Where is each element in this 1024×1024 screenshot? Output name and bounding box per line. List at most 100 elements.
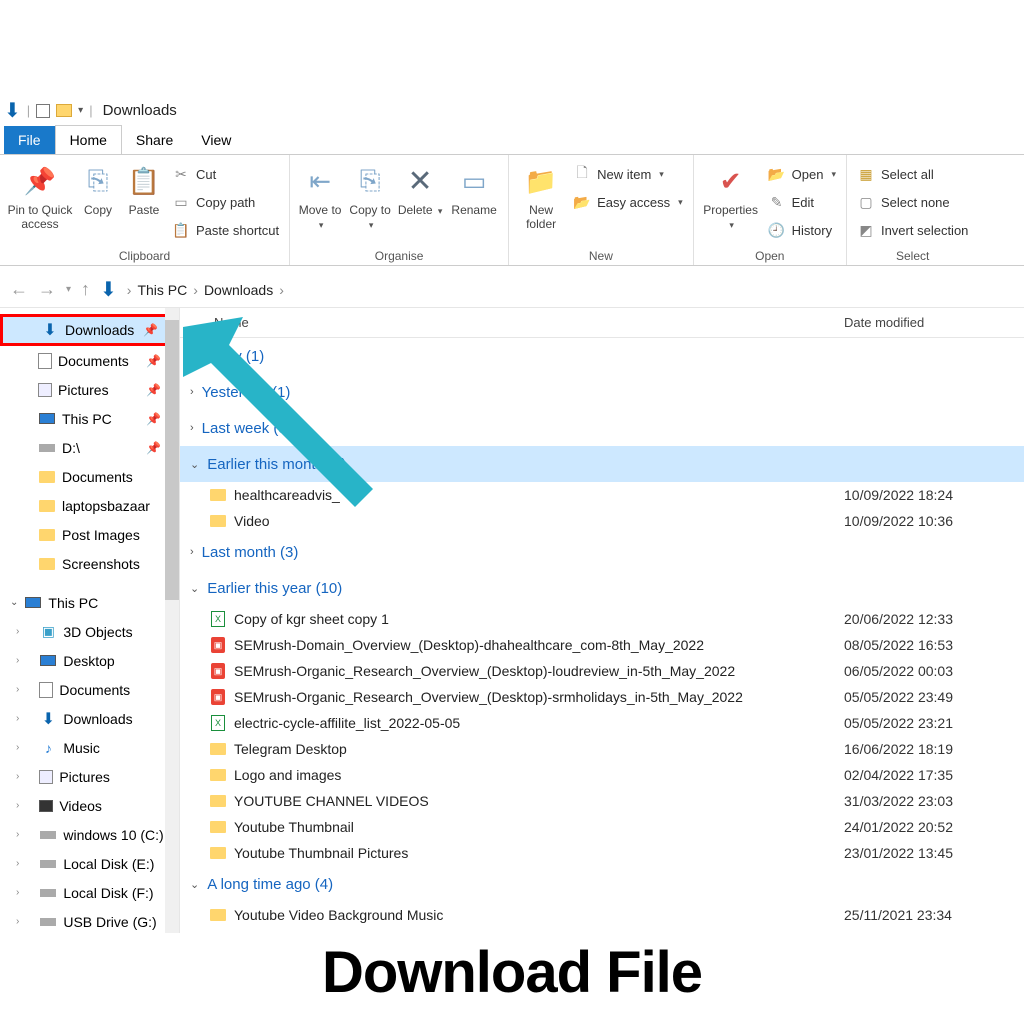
sidebar-item-pictures[interactable]: Pictures📌 [0, 375, 179, 404]
breadcrumb[interactable]: › This PC › Downloads › [127, 282, 284, 298]
new-folder-button[interactable]: 📁 New folder [515, 159, 567, 231]
file-row[interactable]: ▣SEMrush-Organic_Research_Overview_(Desk… [180, 658, 1024, 684]
new-item-button[interactable]: 🗋New item▾ [569, 161, 687, 187]
column-date-modified[interactable]: Date modified [844, 315, 1024, 330]
copy-to-button[interactable]: ⎘ Copy to ▾ [346, 159, 394, 231]
sidebar-scrollbar[interactable] [165, 308, 179, 1024]
qat-separator-2: | [89, 103, 92, 118]
history-button[interactable]: 🕘History [764, 217, 840, 243]
crumb-downloads[interactable]: Downloads [204, 282, 273, 298]
cut-button[interactable]: ✂Cut [168, 161, 283, 187]
sidebar-item-post-images[interactable]: Post Images [0, 520, 179, 549]
easy-access-button[interactable]: 📂Easy access▾ [569, 189, 687, 215]
pin-label: Pin to Quick access [6, 203, 74, 231]
rename-button[interactable]: ▭ Rename [446, 159, 502, 217]
select-none-button[interactable]: ▢Select none [853, 189, 972, 215]
file-date: 02/04/2022 17:35 [844, 767, 1024, 783]
paste-button[interactable]: 📋 Paste [122, 159, 166, 217]
group-last-month-3-[interactable]: ›Last month (3) [180, 534, 1024, 570]
sidebar-item-3d-objects[interactable]: ›▣3D Objects [0, 617, 179, 646]
sidebar-item-videos[interactable]: ›Videos [0, 791, 179, 820]
sidebar-item-pictures[interactable]: ›Pictures [0, 762, 179, 791]
file-name: Video [234, 513, 844, 529]
invert-selection-button[interactable]: ◩Invert selection [853, 217, 972, 243]
sidebar-item-desktop[interactable]: ›Desktop [0, 646, 179, 675]
rename-icon: ▭ [456, 163, 492, 199]
file-row[interactable]: Youtube Video Background Music25/11/2021… [180, 902, 1024, 928]
tab-home[interactable]: Home [55, 125, 122, 154]
sidebar-item-screenshots[interactable]: Screenshots [0, 549, 179, 578]
file-row[interactable]: Youtube Thumbnail24/01/2022 20:52 [180, 814, 1024, 840]
file-name: Logo and images [234, 767, 844, 783]
qat-dropdown-icon[interactable]: ▾ [78, 105, 83, 116]
file-row[interactable]: XCopy of kgr sheet copy 120/06/2022 12:3… [180, 606, 1024, 632]
delete-button[interactable]: ✕ Delete ▾ [396, 159, 444, 217]
copy-button[interactable]: ⎘ Copy [76, 159, 120, 217]
group-last-week-5-[interactable]: ›Last week (5) [180, 410, 1024, 446]
file-date: 05/05/2022 23:49 [844, 689, 1024, 705]
edit-icon: ✎ [768, 194, 786, 211]
copy-path-button[interactable]: ▭Copy path [168, 189, 283, 215]
file-row[interactable]: ▣SEMrush-Domain_Overview_(Desktop)-dhahe… [180, 632, 1024, 658]
nav-back-button[interactable]: ← [10, 279, 28, 300]
group-earlier-this-year-10-[interactable]: ⌄Earlier this year (10) [180, 570, 1024, 606]
file-row[interactable]: Xelectric-cycle-affilite_list_2022-05-05… [180, 710, 1024, 736]
group-yesterday-1-[interactable]: ›Yesterday (1) [180, 374, 1024, 410]
open-button[interactable]: 📂Open▾ [764, 161, 840, 187]
chevron-icon: › [190, 386, 194, 398]
move-to-icon: ⇤ [302, 163, 338, 199]
sidebar-this-pc[interactable]: ⌄ This PC [0, 588, 179, 617]
group-earlier-this-month-2-[interactable]: ⌄Earlier this month (2) [180, 446, 1024, 482]
nav-forward-button[interactable]: → [38, 279, 56, 300]
sidebar-item-documents[interactable]: Documents📌 [0, 346, 179, 375]
sidebar-item-d-[interactable]: D:\📌 [0, 433, 179, 462]
new-item-icon: 🗋 [573, 162, 591, 186]
group-a-long-time-ago-4-[interactable]: ⌄A long time ago (4) [180, 866, 1024, 902]
save-icon[interactable] [36, 104, 50, 118]
sidebar-item-this-pc[interactable]: This PC📌 [0, 404, 179, 433]
navigation-pane: ⬇Downloads📌Documents📌Pictures📌This PC📌D:… [0, 308, 180, 1024]
file-row[interactable]: YOUTUBE CHANNEL VIDEOS31/03/2022 23:03 [180, 788, 1024, 814]
file-date: 05/05/2022 23:21 [844, 715, 1024, 731]
sidebar-item-downloads[interactable]: ⬇Downloads📌 [0, 314, 179, 346]
move-to-button[interactable]: ⇤ Move to ▾ [296, 159, 344, 231]
file-row[interactable]: healthcareadvis_10/09/2022 18:24 [180, 482, 1024, 508]
folder-icon [56, 104, 72, 117]
sidebar-item-usb-drive-g-[interactable]: ›USB Drive (G:) [0, 907, 179, 936]
tab-share[interactable]: Share [122, 126, 187, 154]
sidebar-item-local-disk-e-[interactable]: ›Local Disk (E:) [0, 849, 179, 878]
file-row[interactable]: ▣SEMrush-Organic_Research_Overview_(Desk… [180, 684, 1024, 710]
caption-text: Download File [0, 933, 1024, 1024]
file-row[interactable]: Video10/09/2022 10:36 [180, 508, 1024, 534]
chevron-icon: › [190, 546, 194, 558]
edit-button[interactable]: ✎Edit [764, 189, 840, 215]
chevron-icon: ⌄ [190, 458, 199, 471]
sidebar-item-local-disk-f-[interactable]: ›Local Disk (F:) [0, 878, 179, 907]
sidebar-item-laptopsbazaar[interactable]: laptopsbazaar [0, 491, 179, 520]
tab-view[interactable]: View [187, 126, 245, 154]
file-row[interactable]: Logo and images02/04/2022 17:35 [180, 762, 1024, 788]
nav-dropdown-icon[interactable]: ▾ [66, 284, 71, 295]
sidebar-item-windows-10-c-[interactable]: ›windows 10 (C:) [0, 820, 179, 849]
paste-shortcut-button[interactable]: 📋Paste shortcut [168, 217, 283, 243]
tab-file[interactable]: File [4, 126, 55, 154]
group-today-1-[interactable]: ›Today (1) [180, 338, 1024, 374]
properties-button[interactable]: ✔ Properties ▾ [700, 159, 762, 231]
column-name[interactable]: Name [180, 315, 844, 330]
crumb-this-pc[interactable]: This PC [137, 282, 187, 298]
ribbon-tabs: File Home Share View [4, 124, 245, 154]
scrollbar-thumb[interactable] [165, 320, 179, 600]
group-label-organise: Organise [296, 247, 502, 263]
pin-to-quick-access-button[interactable]: 📌 Pin to Quick access [6, 159, 74, 231]
sidebar-item-documents[interactable]: Documents [0, 462, 179, 491]
sidebar-item-music[interactable]: ›♪Music [0, 733, 179, 762]
nav-up-button[interactable]: ↑ [81, 279, 90, 300]
file-date: 25/11/2021 23:34 [844, 907, 1024, 923]
file-row[interactable]: Telegram Desktop16/06/2022 18:19 [180, 736, 1024, 762]
sidebar-item-downloads[interactable]: ›⬇Downloads [0, 704, 179, 733]
select-all-icon: ▦ [857, 166, 875, 183]
file-row[interactable]: Youtube Thumbnail Pictures23/01/2022 13:… [180, 840, 1024, 866]
select-all-button[interactable]: ▦Select all [853, 161, 972, 187]
sidebar-item-documents[interactable]: ›Documents [0, 675, 179, 704]
file-name: Telegram Desktop [234, 741, 844, 757]
